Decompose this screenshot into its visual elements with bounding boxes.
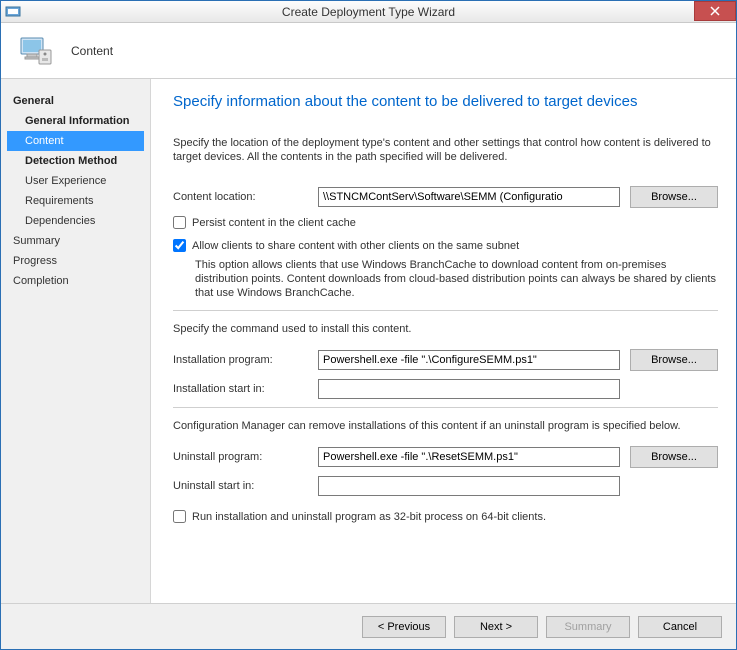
wizard-body: General General Information Content Dete… (1, 79, 736, 603)
sidebar: General General Information Content Dete… (1, 79, 151, 603)
wizard-footer: < Previous Next > Summary Cancel (1, 603, 736, 649)
app-icon (5, 4, 21, 20)
page-name: Content (71, 44, 113, 58)
next-button[interactable]: Next > (454, 616, 538, 638)
install-start-label: Installation start in: (173, 383, 318, 395)
divider-1 (173, 310, 718, 311)
sidebar-item-general[interactable]: General (7, 91, 150, 111)
uninstall-start-row: Uninstall start in: (173, 476, 718, 496)
sidebar-item-dependencies[interactable]: Dependencies (7, 211, 150, 231)
content-panel: Specify information about the content to… (151, 79, 736, 603)
run-32bit-checkbox-row[interactable]: Run installation and uninstall program a… (173, 510, 718, 523)
sidebar-item-summary[interactable]: Summary (7, 231, 150, 251)
install-program-input[interactable] (318, 350, 620, 370)
content-location-row: Content location: Browse... (173, 186, 718, 208)
divider-2 (173, 407, 718, 408)
install-program-row: Installation program: Browse... (173, 349, 718, 371)
browse-install-program-button[interactable]: Browse... (630, 349, 718, 371)
persist-content-checkbox[interactable] (173, 216, 186, 229)
sidebar-item-completion[interactable]: Completion (7, 271, 150, 291)
install-start-row: Installation start in: (173, 379, 718, 399)
content-location-label: Content location: (173, 191, 318, 203)
sidebar-item-detection-method[interactable]: Detection Method (7, 151, 150, 171)
summary-button: Summary (546, 616, 630, 638)
run-32bit-label: Run installation and uninstall program a… (192, 511, 546, 523)
branchcache-note: This option allows clients that use Wind… (195, 258, 718, 300)
titlebar: Create Deployment Type Wizard (1, 1, 736, 23)
computer-icon (19, 34, 55, 68)
close-button[interactable] (694, 1, 736, 21)
allow-share-checkbox-row[interactable]: Allow clients to share content with othe… (173, 239, 718, 252)
content-location-input[interactable] (318, 187, 620, 207)
allow-share-label: Allow clients to share content with othe… (192, 240, 519, 252)
window-title: Create Deployment Type Wizard (282, 5, 455, 19)
uninstall-program-row: Uninstall program: Browse... (173, 446, 718, 468)
sidebar-item-requirements[interactable]: Requirements (7, 191, 150, 211)
sidebar-item-content[interactable]: Content (7, 131, 144, 151)
wizard-window: Create Deployment Type Wizard Content Ge… (0, 0, 737, 650)
previous-button[interactable]: < Previous (362, 616, 446, 638)
uninstall-start-label: Uninstall start in: (173, 480, 318, 492)
persist-content-checkbox-row[interactable]: Persist content in the client cache (173, 216, 718, 229)
install-intro: Specify the command used to install this… (173, 323, 718, 335)
page-heading: Specify information about the content to… (173, 93, 718, 110)
install-start-input[interactable] (318, 379, 620, 399)
uninstall-start-input[interactable] (318, 476, 620, 496)
allow-share-checkbox[interactable] (173, 239, 186, 252)
sidebar-item-progress[interactable]: Progress (7, 251, 150, 271)
sidebar-item-user-experience[interactable]: User Experience (7, 171, 150, 191)
cancel-button[interactable]: Cancel (638, 616, 722, 638)
wizard-header: Content (1, 23, 736, 79)
browse-content-location-button[interactable]: Browse... (630, 186, 718, 208)
sidebar-item-general-information[interactable]: General Information (7, 111, 150, 131)
uninstall-program-label: Uninstall program: (173, 451, 318, 463)
install-program-label: Installation program: (173, 354, 318, 366)
persist-content-label: Persist content in the client cache (192, 217, 356, 229)
run-32bit-checkbox[interactable] (173, 510, 186, 523)
browse-uninstall-program-button[interactable]: Browse... (630, 446, 718, 468)
uninstall-intro: Configuration Manager can remove install… (173, 420, 718, 432)
page-description: Specify the location of the deployment t… (173, 136, 718, 164)
uninstall-program-input[interactable] (318, 447, 620, 467)
